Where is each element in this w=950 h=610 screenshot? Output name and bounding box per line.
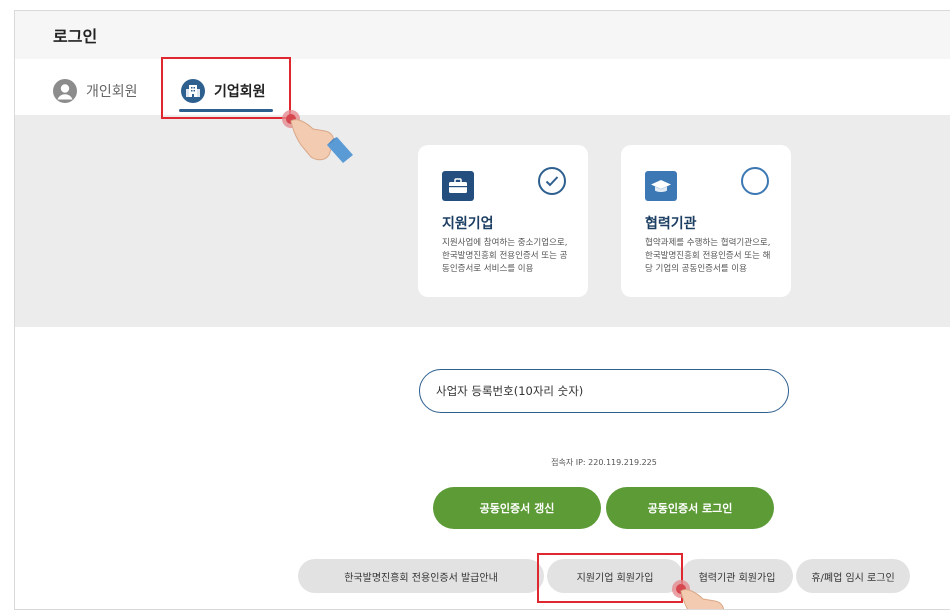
- member-type-card-partner[interactable]: 협력기관 협약과제를 수행하는 협력기관으로, 한국발명진흥회 전용인증서 또는…: [621, 145, 791, 297]
- tab-personal-member[interactable]: 개인회원: [53, 73, 138, 109]
- card-desc-partner: 협약과제를 수행하는 협력기관으로, 한국발명진흥회 전용인증서 또는 해당 기…: [645, 238, 771, 274]
- graduation-cap-icon: [645, 171, 677, 201]
- pointing-hand-icon: [282, 110, 353, 163]
- business-number-input[interactable]: [419, 369, 789, 413]
- closed-business-login-button[interactable]: 휴/폐업 임시 로그인: [796, 559, 910, 593]
- unselected-radio-icon[interactable]: [741, 167, 769, 195]
- briefcase-icon: [442, 171, 474, 201]
- card-title-support: 지원기업: [442, 216, 494, 232]
- client-ip-text: 접속자 IP: 220.119.219.225: [551, 458, 657, 467]
- login-window: 로그인 개인회원 기업회원 지원기업 지원사업에 참여하는 중소기업으로, 한국…: [14, 10, 950, 610]
- page-title: 로그인: [53, 27, 98, 46]
- renew-cert-button[interactable]: 공동인증서 갱신: [433, 487, 601, 529]
- cert-login-button[interactable]: 공동인증서 로그인: [606, 487, 774, 529]
- member-type-card-support[interactable]: 지원기업 지원사업에 참여하는 중소기업으로, 한국발명진흥회 전용인증서 또는…: [418, 145, 588, 297]
- title-bar: 로그인: [15, 11, 950, 59]
- pointing-hand-icon-bottom: [672, 580, 724, 609]
- tab-personal-label: 개인회원: [86, 84, 138, 100]
- card-title-partner: 협력기관: [645, 216, 697, 232]
- highlight-box-signup: [537, 553, 683, 603]
- card-desc-support: 지원사업에 참여하는 중소기업으로, 한국발명진흥회 전용인증서 또는 공동인증…: [442, 238, 568, 274]
- member-tabs: 개인회원 기업회원: [15, 59, 950, 115]
- user-icon: [53, 79, 77, 103]
- cert-guide-button[interactable]: 한국발명진흥회 전용인증서 발급안내: [298, 559, 544, 593]
- selected-check-icon[interactable]: [538, 167, 566, 195]
- highlight-box-business-tab: [161, 57, 291, 119]
